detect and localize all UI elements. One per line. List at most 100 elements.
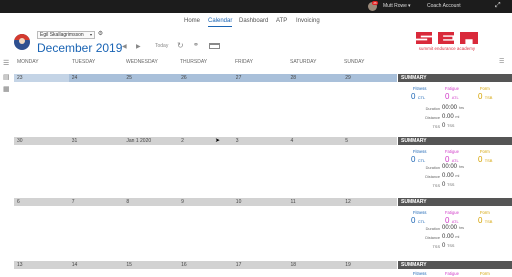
form-label: Form	[480, 210, 490, 215]
form-label: Form	[480, 149, 490, 154]
week-summary-header: SUMMARY	[398, 261, 512, 269]
refresh-icon[interactable]: ↻	[177, 41, 184, 50]
week-row: 13 14 15 16 17 18 19	[14, 261, 397, 269]
day-cell[interactable]: Jan 1 2020	[123, 137, 178, 145]
form-value: 0 TSB	[478, 155, 493, 164]
calendar-icon[interactable]	[209, 43, 220, 49]
day-cell[interactable]: 10	[233, 198, 288, 206]
distance-row: Distance 0.00 mi	[425, 173, 460, 179]
fatigue-value: 0 ATL	[445, 155, 459, 164]
fitness-label: Fitness	[413, 271, 427, 276]
day-cell[interactable]: 25	[123, 74, 178, 82]
day-header: Sunday	[344, 59, 365, 65]
athlete-avatar[interactable]	[14, 34, 30, 50]
form-label: Form	[480, 271, 490, 276]
day-header-row: Monday Tuesday Wednesday Thursday Friday…	[14, 58, 397, 66]
day-cell[interactable]: 3	[233, 137, 288, 145]
day-header: Thursday	[180, 59, 208, 65]
notes-icon[interactable]: ▦	[3, 86, 12, 94]
fitness-label: Fitness	[413, 149, 427, 154]
day-cell[interactable]: 4	[288, 137, 343, 145]
coach-account-link[interactable]: Coach Account	[427, 3, 461, 9]
mouse-cursor-icon: ➤	[215, 138, 221, 144]
fitness-label: Fitness	[413, 210, 427, 215]
day-cell[interactable]: 29	[342, 74, 397, 82]
day-cell[interactable]: 31	[69, 137, 124, 145]
athlete-select-value: Egil Skallagrimsson	[40, 32, 84, 38]
day-cell[interactable]: 9	[178, 198, 233, 206]
fullscreen-icon[interactable]: ⤢	[495, 2, 501, 10]
day-cell[interactable]: 2	[178, 137, 233, 145]
day-cell[interactable]: 7	[69, 198, 124, 206]
month-title: December 2019	[37, 41, 123, 55]
day-cell[interactable]: 17	[233, 261, 288, 269]
tss-row: TSS 0 TSS	[432, 123, 455, 129]
fatigue-label: Fatigue	[445, 86, 459, 91]
day-cell[interactable]: 5	[342, 137, 397, 145]
day-cell[interactable]: 23	[14, 74, 69, 82]
fitness-value: 0 CTL	[411, 92, 426, 101]
fatigue-label: Fatigue	[445, 149, 459, 154]
day-header: Saturday	[290, 59, 317, 65]
chevron-down-icon[interactable]: ▾	[408, 3, 411, 9]
week-summary-header: SUMMARY	[398, 74, 512, 82]
nav-home[interactable]: Home	[184, 18, 200, 24]
week-row: 30 31 Jan 1 2020 2 3 4 5	[14, 137, 397, 145]
brand-logo: summit endurance academy	[414, 32, 480, 53]
settings-icon[interactable]: ⚙	[97, 31, 104, 38]
day-cell[interactable]: 26	[178, 74, 233, 82]
week-summary-header: SUMMARY	[398, 198, 512, 206]
list-view-icon[interactable]: ☰	[499, 58, 504, 65]
day-cell[interactable]: 18	[288, 261, 343, 269]
day-cell[interactable]: 6	[14, 198, 69, 206]
distance-row: Distance 0.00 mi	[425, 234, 460, 240]
prev-month-icon[interactable]: ◀	[122, 43, 127, 50]
day-cell[interactable]: 11	[288, 198, 343, 206]
library-icon[interactable]: ☰	[3, 60, 12, 68]
day-cell[interactable]: 24	[69, 74, 124, 82]
chevron-down-icon: ▾	[89, 32, 92, 37]
day-cell[interactable]: 27	[233, 74, 288, 82]
week-summary-header: SUMMARY	[398, 137, 512, 145]
tss-row: TSS 0 TSS	[432, 182, 455, 188]
duration-row: Duration 00:00 hrs	[425, 164, 464, 170]
user-name[interactable]: Mutt Rowe	[383, 3, 407, 9]
workouts-icon[interactable]: ▤	[3, 74, 12, 82]
main-nav: Home Calendar Dashboard ATP Invoicing	[0, 14, 512, 30]
nav-invoicing[interactable]: Invoicing	[296, 18, 320, 24]
day-header: Wednesday	[126, 59, 158, 65]
tss-row: TSS 0 TSS	[432, 243, 455, 249]
form-label: Form	[480, 86, 490, 91]
day-cell[interactable]: 13	[14, 261, 69, 269]
link-icon[interactable]: ⚭	[193, 41, 199, 49]
fitness-value: 0 CTL	[411, 216, 426, 225]
week-row: 23 24 25 26 27 28 29	[14, 74, 397, 82]
duration-row: Duration 00:00 hrs	[425, 225, 464, 231]
nav-dashboard[interactable]: Dashboard	[239, 18, 268, 24]
day-cell[interactable]: 28	[288, 74, 343, 82]
top-bar: 26 Mutt Rowe ▾ Coach Account ⤢	[0, 0, 512, 13]
today-button[interactable]: Today	[155, 43, 168, 49]
day-header: Tuesday	[72, 59, 96, 65]
notification-badge[interactable]: 26	[372, 1, 378, 5]
athlete-select[interactable]: Egil Skallagrimsson ▾	[37, 31, 95, 39]
week-summary: Fitness Fatigue Form	[398, 271, 512, 277]
fatigue-value: 0 ATL	[445, 216, 459, 225]
form-value: 0 TSB	[478, 216, 493, 225]
next-month-icon[interactable]: ▶	[136, 43, 141, 50]
day-cell[interactable]: 19	[342, 261, 397, 269]
day-header: Friday	[235, 59, 253, 65]
nav-atp[interactable]: ATP	[276, 18, 287, 24]
day-cell[interactable]: 30	[14, 137, 69, 145]
fatigue-label: Fatigue	[445, 271, 459, 276]
day-cell[interactable]: 15	[123, 261, 178, 269]
day-cell[interactable]: 16	[178, 261, 233, 269]
nav-calendar[interactable]: Calendar	[208, 18, 233, 27]
day-cell[interactable]: 12	[342, 198, 397, 206]
day-cell[interactable]: 14	[69, 261, 124, 269]
day-cell[interactable]: 8	[123, 198, 178, 206]
fitness-label: Fitness	[413, 86, 427, 91]
brand-tagline: summit endurance academy	[418, 46, 476, 51]
day-header: Monday	[17, 59, 39, 65]
duration-row: Duration 00:00 hrs	[425, 105, 464, 111]
